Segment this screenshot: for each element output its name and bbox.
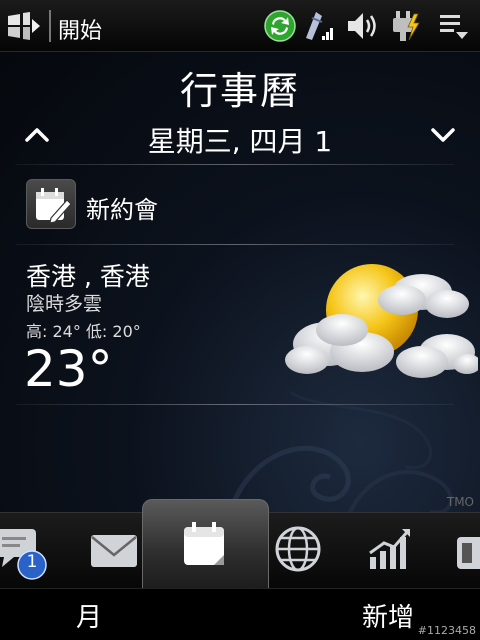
messages-tab[interactable]: 1 [0,525,47,580]
calendar-panel: 行事曆 星期三, 四月 1 新約會 香港 , 香港 陰時多雲 高: 24° 低:… [0,52,480,512]
menu-dropdown-icon[interactable] [436,8,472,44]
page-title: 行事曆 [179,69,300,113]
new-appointment-icon[interactable] [26,179,76,229]
stocks-chart-icon[interactable] [364,523,416,575]
tab-bar: 1 [0,499,480,589]
camera-photos-icon[interactable] [454,527,480,579]
status-divider [49,10,51,42]
partly-cloudy-icon [285,264,478,378]
sync-icon[interactable] [262,8,298,44]
status-bar: 開始 [0,0,480,52]
softkey-right-new[interactable]: 新增 [362,597,414,634]
divider [16,164,454,165]
divider [16,404,454,405]
volume-icon[interactable] [344,8,380,44]
start-label[interactable]: 開始 [58,13,102,45]
windows-start-icon[interactable] [6,10,42,42]
softkey-bar: 月 新增 #1123458 [0,588,480,640]
chevron-down-icon[interactable] [428,120,458,150]
divider [16,244,454,245]
weather-city[interactable]: 香港 , 香港 [26,257,150,293]
weather-high-low: 高: 24° 低: 20° [26,322,141,341]
image-id-label: #1123458 [417,624,476,637]
background-swirl [227,390,453,512]
weather-temperature: 23° [24,340,113,398]
current-date: 星期三, 四月 1 [147,125,333,158]
battery-charging-icon[interactable] [388,8,424,44]
signal-icon [306,12,333,40]
new-appointment-label[interactable]: 新約會 [86,190,158,225]
calendar-icon[interactable] [180,519,232,571]
softkey-left-month[interactable]: 月 [76,597,102,634]
mail-icon[interactable] [88,525,140,577]
carrier-watermark: TMO [446,495,474,509]
weather-condition: 陰時多雲 [26,293,103,315]
messages-badge: 1 [26,552,38,572]
globe-icon[interactable] [272,523,324,575]
